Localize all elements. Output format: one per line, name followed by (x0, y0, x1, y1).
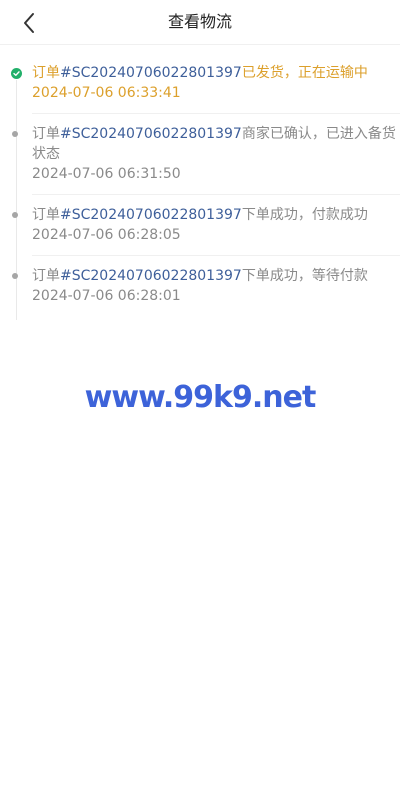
logistics-timeline: 订单#SC20240706022801397已发货，正在运输中 2024-07-… (0, 45, 400, 320)
watermark: www.99k9.net (84, 380, 317, 415)
order-status: 下单成功，付款成功 (241, 207, 368, 223)
timeline-item: 订单#SC20240706022801397已发货，正在运输中 2024-07-… (11, 45, 400, 114)
timeline-item-text: 订单#SC20240706022801397下单成功，等待付款 (32, 266, 400, 286)
order-prefix: 订单 (32, 207, 60, 223)
order-prefix: 订单 (32, 268, 60, 284)
timestamp: 2024-07-06 06:31:50 (32, 166, 181, 182)
order-status: 已发货，正在运输中 (241, 65, 368, 81)
timeline-item: 订单#SC20240706022801397商家已确认，已进入备货状态 2024… (12, 114, 400, 195)
timestamp: 2024-07-06 06:28:05 (32, 227, 181, 243)
timestamp: 2024-07-06 06:28:01 (32, 288, 181, 304)
order-number: #SC20240706022801397 (60, 207, 242, 223)
timeline-item-text: 订单#SC20240706022801397已发货，正在运输中 (32, 63, 400, 83)
order-prefix: 订单 (32, 65, 60, 81)
timeline-dot-icon (12, 131, 18, 137)
timeline-item: 订单#SC20240706022801397下单成功，等待付款 2024-07-… (12, 256, 400, 316)
order-prefix: 订单 (32, 126, 60, 142)
order-number: #SC20240706022801397 (60, 126, 242, 142)
timeline-line (16, 80, 17, 320)
timeline-item-text: 订单#SC20240706022801397商家已确认，已进入备货状态 (32, 124, 400, 164)
page-title: 查看物流 (167, 12, 232, 31)
timeline-dot-icon (12, 212, 18, 218)
order-number: #SC20240706022801397 (60, 268, 242, 284)
order-number: #SC20240706022801397 (60, 65, 242, 81)
top-nav-bar: 查看物流 (0, 0, 400, 45)
timestamp: 2024-07-06 06:33:41 (32, 85, 181, 101)
timeline-dot-icon (12, 273, 18, 279)
timeline-item: 订单#SC20240706022801397下单成功，付款成功 2024-07-… (12, 195, 400, 256)
order-status: 下单成功，等待付款 (241, 268, 368, 284)
timeline-item-text: 订单#SC20240706022801397下单成功，付款成功 (32, 205, 400, 225)
check-circle-icon (11, 68, 22, 79)
